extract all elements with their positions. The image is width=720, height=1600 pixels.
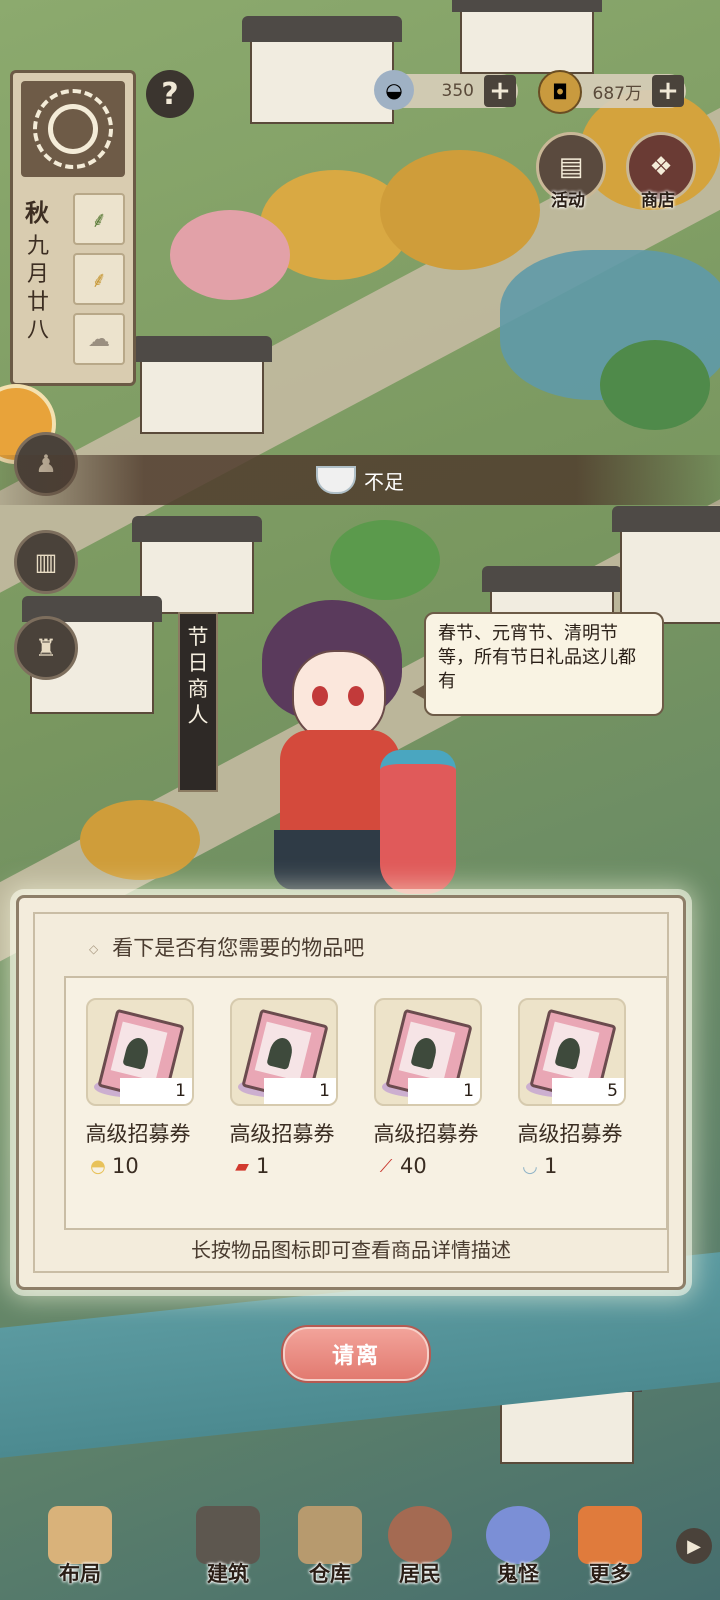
- layout-icon: [48, 1506, 112, 1564]
- house: [132, 336, 272, 434]
- nav-ghost[interactable]: 鬼怪: [468, 1506, 568, 1588]
- shop-title: 看下是否有您需要的物品吧: [89, 932, 364, 962]
- activity-icon: ▤: [558, 152, 584, 182]
- nav-label: 更多: [589, 1562, 631, 1586]
- sun-icon: [33, 89, 113, 169]
- item-price: ◡ 1: [518, 1154, 557, 1178]
- shop-icon: ❖: [649, 152, 673, 182]
- tree: [170, 210, 290, 300]
- item-count: 1: [408, 1078, 480, 1104]
- price-value: 40: [400, 1154, 427, 1178]
- nav-label: 仓库: [309, 1562, 351, 1586]
- item-price: ▰ 1: [230, 1154, 269, 1178]
- nav-label: 鬼怪: [497, 1562, 539, 1586]
- house: [612, 506, 720, 624]
- more-icon: [578, 1506, 642, 1564]
- chevron-right-icon: ▶: [687, 1535, 701, 1557]
- house: [452, 0, 602, 74]
- lantern-icon: [380, 750, 456, 894]
- weather-display: [21, 81, 125, 177]
- eye: [348, 686, 364, 706]
- price-value: 10: [112, 1154, 139, 1178]
- tree: [330, 520, 440, 600]
- bag-icon: ♜: [35, 634, 57, 662]
- cloud-icon: ☁: [73, 313, 125, 365]
- shop-label: 商店: [641, 191, 675, 211]
- item-count: 1: [264, 1078, 336, 1104]
- side-button-book[interactable]: ▥: [14, 530, 78, 594]
- item-icon-frame[interactable]: 5: [518, 998, 626, 1106]
- rice-bowl-icon: [316, 466, 356, 494]
- nav-residents[interactable]: 居民: [370, 1506, 470, 1588]
- item-icon-frame[interactable]: 1: [86, 998, 194, 1106]
- help-button[interactable]: ?: [146, 70, 194, 118]
- ingot-currency[interactable]: ◒ 350 +: [374, 70, 518, 110]
- nav-more[interactable]: 更多: [560, 1506, 660, 1588]
- item-count: 5: [552, 1078, 624, 1104]
- copper-coin-icon: ◘: [538, 70, 582, 114]
- price-value: 1: [256, 1154, 270, 1178]
- add-coin-button[interactable]: +: [652, 75, 684, 107]
- item-name: 高级招募券: [85, 1122, 191, 1146]
- house: [242, 16, 402, 124]
- wheat-icon: ⸙: [73, 253, 125, 305]
- building-icon: [196, 1506, 260, 1564]
- shop-panel: 看下是否有您需要的物品吧 1 高级招募券 ◓ 10 1 高级招募券 ▰: [16, 895, 686, 1290]
- question-icon: ?: [161, 76, 179, 112]
- speech-bubble: 春节、元宵节、清明节等，所有节日礼品这儿都有: [412, 612, 664, 716]
- item-icon-frame[interactable]: 1: [230, 998, 338, 1106]
- tree: [600, 340, 710, 430]
- nav-warehouse[interactable]: 仓库: [280, 1506, 380, 1588]
- face: [292, 650, 386, 742]
- item-name: 高级招募券: [517, 1122, 623, 1146]
- nav-layout[interactable]: 布局: [30, 1506, 130, 1588]
- tree: [80, 800, 200, 880]
- red-envelope-icon: ▰: [235, 1155, 249, 1177]
- item-count: 1: [120, 1078, 192, 1104]
- season-label: 秋: [25, 198, 49, 227]
- add-ingot-button[interactable]: +: [484, 75, 516, 107]
- residents-icon: [388, 1506, 452, 1564]
- firecracker-icon: ⟋: [379, 1155, 393, 1177]
- nav-label: 布局: [59, 1562, 101, 1586]
- activity-label: 活动: [551, 191, 585, 211]
- item-icon-frame[interactable]: 1: [374, 998, 482, 1106]
- eye: [312, 686, 328, 706]
- dumpling-icon: ◓: [90, 1155, 106, 1177]
- nav-label: 建筑: [207, 1562, 249, 1586]
- item-price: ⟋ 40: [374, 1154, 427, 1178]
- price-value: 1: [544, 1154, 558, 1178]
- leave-button[interactable]: 请离: [283, 1327, 429, 1381]
- item-price: ◓ 10: [86, 1154, 139, 1178]
- item-name: 高级招募券: [373, 1122, 479, 1146]
- sprout-icon: ⸙: [73, 193, 125, 245]
- ghost-icon: [486, 1506, 550, 1564]
- status-bar: 不足: [0, 455, 720, 505]
- side-button-bag[interactable]: ♜: [14, 616, 78, 680]
- silver-ingot-icon: ◒: [374, 70, 414, 110]
- merchant-banner: 节日商人: [178, 612, 218, 792]
- shop-hint: 长按物品图标即可查看商品详情描述: [191, 1238, 511, 1262]
- nav-building[interactable]: 建筑: [178, 1506, 278, 1588]
- item-name: 高级招募券: [229, 1122, 335, 1146]
- bottom-nav: 布局 建筑 仓库 居民 鬼怪 更多 ▶: [0, 1480, 720, 1600]
- calendar-panel[interactable]: 秋 九月廿八 ⸙ ⸙ ☁: [10, 70, 136, 386]
- rice-bowl-icon: ◡: [522, 1155, 538, 1177]
- coin-currency[interactable]: ◘ 687万 +: [538, 70, 686, 114]
- item-grid: 1 高级招募券 ◓ 10 1 高级招募券 ▰ 1 1 高级招募券 ⟋ 40 5 …: [64, 976, 668, 1230]
- book-icon: ▥: [34, 548, 58, 576]
- tree: [380, 150, 540, 270]
- warehouse-icon: [298, 1506, 362, 1564]
- nav-label: 居民: [399, 1562, 441, 1586]
- date-label: 九月廿八: [27, 234, 50, 343]
- status-text: 不足: [364, 469, 404, 494]
- nav-next-arrow[interactable]: ▶: [676, 1528, 712, 1564]
